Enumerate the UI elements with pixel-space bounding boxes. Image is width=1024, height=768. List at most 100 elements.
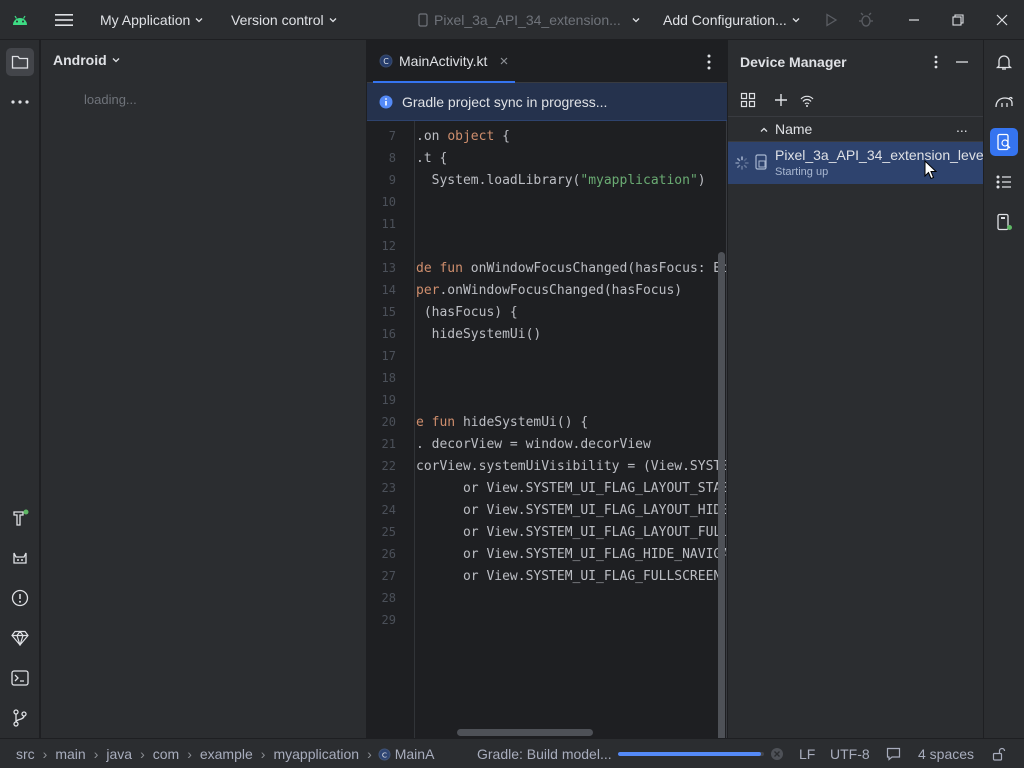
line-number: 9	[388, 173, 396, 187]
version-control-menu[interactable]: Version control	[231, 0, 338, 40]
hamburger-icon	[55, 13, 73, 27]
breadcrumb-item[interactable]: myapplication	[273, 746, 359, 762]
breadcrumb-item[interactable]: java	[106, 746, 132, 762]
build-tool-button[interactable]	[6, 504, 34, 532]
device-manager-options-button[interactable]	[928, 54, 944, 70]
bug-icon	[859, 12, 873, 27]
problems-tool-button[interactable]	[6, 584, 34, 612]
tab-label: MainActivity.kt	[399, 52, 488, 69]
unlock-icon	[992, 747, 1006, 761]
git-tool-button[interactable]	[6, 704, 34, 732]
code-line: .on object {	[416, 129, 510, 144]
wifi-icon	[800, 95, 814, 107]
breadcrumb-item[interactable]: src	[16, 746, 35, 762]
line-number: 23	[381, 481, 396, 495]
restore-button[interactable]	[952, 0, 964, 40]
add-device-button[interactable]	[773, 92, 789, 108]
breadcrumb-item[interactable]: MainA	[395, 746, 435, 762]
debug-button[interactable]	[858, 0, 874, 40]
breadcrumb-separator-icon: ›	[260, 746, 266, 762]
comment-icon	[886, 747, 901, 761]
project-loading-text: loading...	[84, 92, 137, 107]
run-button[interactable]	[824, 0, 838, 40]
hide-panel-button[interactable]	[954, 54, 970, 70]
encoding-widget[interactable]: UTF-8	[830, 739, 870, 768]
main-menu-button[interactable]	[55, 0, 73, 40]
structure-tool-button[interactable]	[990, 168, 1018, 196]
code-line: or View.SYSTEM_UI_FLAG_HIDE_NAVIGA	[416, 547, 726, 562]
sort-ascending-icon[interactable]	[759, 125, 769, 135]
android-logo-icon	[12, 0, 28, 40]
line-number: 29	[381, 613, 396, 627]
project-panel: Android loading...	[41, 40, 367, 738]
device-grouping-button[interactable]	[740, 92, 756, 108]
code-line: . decorView = window.decorView	[416, 437, 651, 452]
background-task-progress	[618, 752, 764, 756]
app-quality-tool-button[interactable]	[6, 624, 34, 652]
run-icon	[826, 13, 838, 27]
device-manager-icon	[997, 133, 1011, 151]
pair-wifi-button[interactable]	[799, 92, 815, 108]
more-horizontal-icon	[11, 100, 29, 104]
code-line: System.loadLibrary("myapplication")	[416, 173, 706, 188]
device-row[interactable]: Pixel_3a_API_34_extension_level_ Startin…	[728, 142, 983, 184]
column-header-name[interactable]: Name	[775, 121, 812, 137]
code-line: e fun hideSystemUi() {	[416, 415, 589, 430]
horizontal-scrollbar[interactable]	[457, 729, 593, 736]
project-view-selector[interactable]: Android	[53, 52, 121, 68]
tool-window-widget[interactable]	[886, 739, 901, 768]
project-tool-button[interactable]	[6, 48, 34, 76]
sync-banner-text: Gradle project sync in progress...	[402, 93, 608, 110]
gradle-tool-button[interactable]	[990, 88, 1018, 116]
background-task-label[interactable]: Gradle: Build model...	[477, 739, 612, 768]
code-line: hideSystemUi()	[416, 327, 542, 342]
project-selector-label: My Application	[100, 12, 191, 28]
close-tab-icon[interactable]	[499, 56, 509, 66]
list-icon	[996, 175, 1011, 189]
breadcrumb-item[interactable]: example	[200, 746, 253, 762]
vertical-scrollbar[interactable]	[718, 252, 725, 762]
svg-text:C: C	[382, 750, 387, 759]
line-number: 14	[381, 283, 396, 297]
tab-main-activity[interactable]: C MainActivity.kt	[373, 40, 516, 83]
tab-options-button[interactable]	[701, 52, 717, 72]
run-configuration-selector[interactable]: Add Configuration...	[663, 0, 801, 40]
close-icon	[996, 14, 1008, 26]
read-only-toggle[interactable]	[992, 739, 1006, 768]
device-selector[interactable]: Pixel_3a_API_34_extension...	[416, 0, 641, 40]
code-view[interactable]: .on object { .t { System.loadLibrary("my…	[416, 121, 726, 738]
column-options-button[interactable]: ...	[956, 119, 968, 135]
breadcrumb-item[interactable]: com	[153, 746, 179, 762]
line-number: 18	[381, 371, 396, 385]
minimize-button[interactable]	[908, 0, 920, 40]
more-tools-button[interactable]	[6, 88, 34, 116]
cancel-task-button[interactable]	[770, 739, 784, 768]
line-number-gutter: 7 8 9 10 11 12 13 14 15 16 17 18 19 20 21 22 23 24 25 26 27 2…	[367, 121, 415, 738]
close-window-button[interactable]	[996, 0, 1008, 40]
device-list-header: Name ...	[728, 116, 983, 142]
line-number: 7	[388, 129, 396, 143]
run-configuration-label: Add Configuration...	[663, 12, 787, 28]
code-line: corView.systemUiVisibility = (View.SYSTE	[416, 459, 726, 474]
running-devices-tool-button[interactable]	[990, 208, 1018, 236]
chevron-down-icon	[632, 18, 640, 23]
svg-text:C: C	[383, 57, 389, 66]
line-number: 20	[381, 415, 396, 429]
project-selector[interactable]: My Application	[100, 0, 204, 40]
chevron-down-icon	[112, 58, 120, 63]
terminal-tool-button[interactable]	[6, 664, 34, 692]
indent-widget[interactable]: 4 spaces	[918, 739, 974, 768]
project-view-label: Android	[53, 52, 107, 68]
notifications-tool-button[interactable]	[990, 48, 1018, 76]
plus-icon	[775, 94, 787, 106]
line-separator-widget[interactable]: LF	[799, 739, 815, 768]
minimize-icon	[956, 61, 968, 63]
minimize-icon	[909, 19, 919, 21]
bell-icon	[995, 55, 1013, 70]
progress-fill	[618, 752, 762, 756]
line-number: 28	[381, 591, 396, 605]
breadcrumb-item[interactable]: main	[55, 746, 85, 762]
editor-area: C MainActivity.kt Gradle project sync in…	[367, 40, 727, 762]
logcat-tool-button[interactable]	[6, 544, 34, 572]
device-manager-tool-button[interactable]	[990, 128, 1018, 156]
